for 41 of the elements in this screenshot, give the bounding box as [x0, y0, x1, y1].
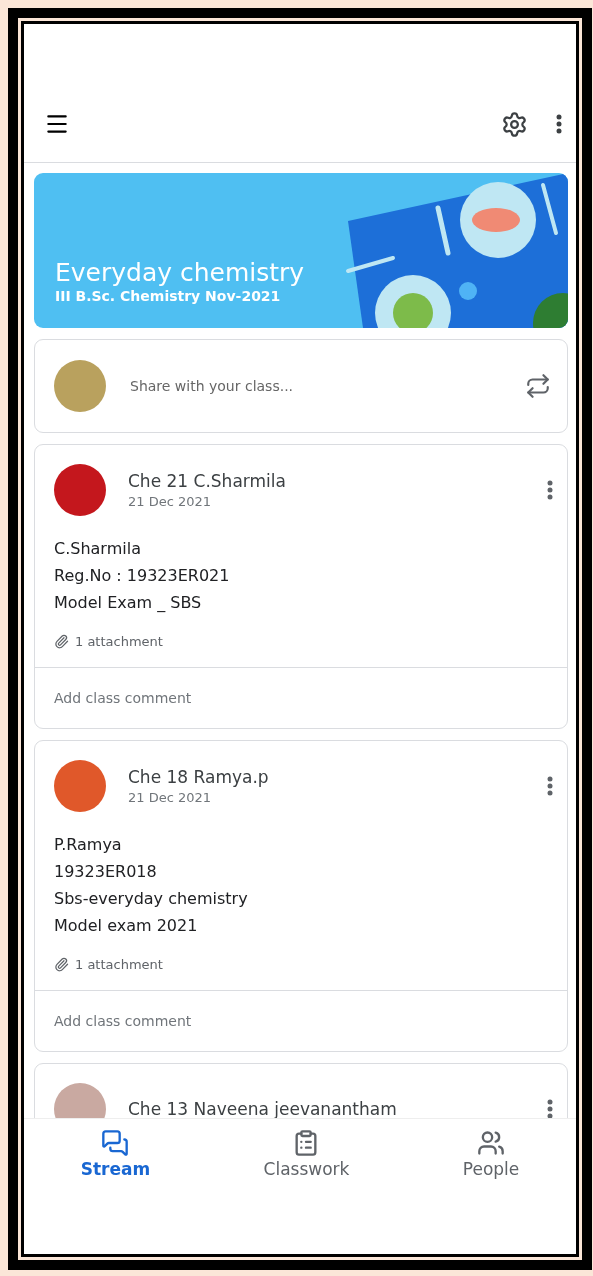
post-text-line: Reg.No : 19323ER021: [54, 566, 231, 585]
more-vertical-icon: [547, 480, 553, 500]
post-author: Che 21 C.Sharmila: [128, 471, 287, 491]
more-options-button[interactable]: [556, 114, 562, 134]
attachment-count[interactable]: 1 attachment: [75, 634, 163, 649]
post-options-button[interactable]: [547, 480, 553, 500]
post-author: Che 13 Naveena jeevanantham: [128, 1099, 398, 1118]
post-date: 21 Dec 2021: [128, 790, 213, 805]
post-text-line: Model exam 2021: [54, 916, 199, 935]
attachment-count[interactable]: 1 attachment: [75, 957, 163, 972]
settings-icon: [501, 110, 528, 138]
more-vertical-icon: [547, 776, 553, 796]
avatar-photo-placeholder: [54, 760, 106, 812]
repost-button[interactable]: [525, 373, 551, 399]
post-text-line: 19323ER018: [54, 862, 158, 881]
avatar-photo-placeholder: [54, 360, 106, 412]
post-options-button[interactable]: [547, 776, 553, 796]
more-vertical-icon: [547, 1099, 553, 1118]
class-title: Everyday chemistry: [55, 258, 305, 288]
post-date: 21 Dec 2021: [128, 494, 213, 509]
post-text-line: Model Exam _ SBS: [54, 593, 203, 612]
class-comment-field[interactable]: Add class comment: [35, 990, 567, 1051]
nav-tab[interactable]: Classwork: [255, 1129, 358, 1179]
more-vertical-icon: [556, 114, 562, 134]
class-subtitle: III B.Sc. Chemistry Nov-2021: [55, 288, 282, 304]
post-text-line: C.Sharmila: [54, 539, 142, 558]
stream-icon: [101, 1129, 130, 1157]
post-text-line: Sbs-everyday chemistry: [54, 889, 249, 908]
post-options-button[interactable]: [547, 1099, 553, 1118]
paperclip-icon: [54, 634, 69, 649]
post-author: Che 18 Ramya.p: [128, 767, 270, 787]
nav-tab[interactable]: Stream: [72, 1129, 159, 1179]
class-comment-field[interactable]: Add class comment: [35, 667, 567, 728]
settings-button[interactable]: [501, 110, 528, 138]
nav-tab[interactable]: People: [454, 1129, 528, 1179]
share-input-field[interactable]: Share with your class...: [128, 377, 503, 395]
post-text-line: P.Ramya: [54, 835, 123, 854]
avatar-photo-placeholder: [54, 464, 106, 516]
repeat-icon: [525, 373, 551, 399]
paperclip-icon: [54, 957, 69, 972]
people-icon: [477, 1129, 506, 1157]
